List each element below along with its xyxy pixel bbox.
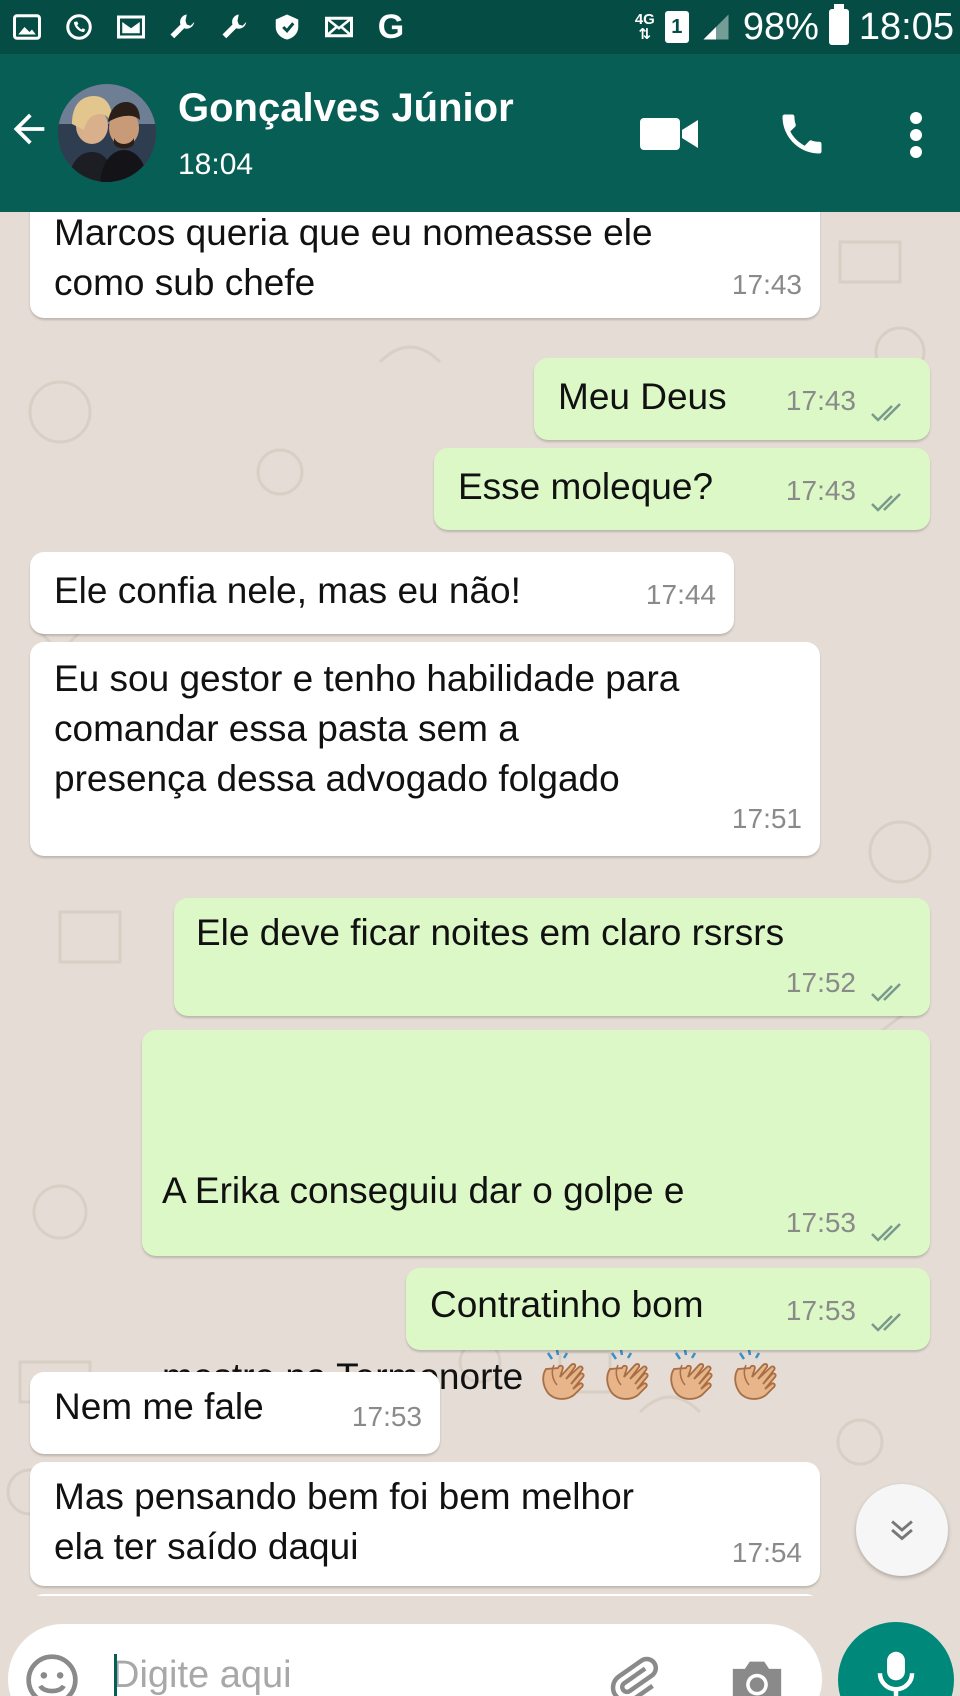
more-options-icon[interactable] — [904, 110, 928, 160]
double-chevron-down-icon — [891, 1520, 913, 1541]
shield-icon — [272, 12, 302, 42]
microphone-icon — [877, 1651, 915, 1696]
message-text: Marcos queria que eu nomeasse ele como s… — [54, 212, 653, 303]
incoming-message[interactable]: Mas pensando bem foi bem melhor ela ter … — [30, 1462, 820, 1586]
message-line: A Erika conseguiu dar o golpe e — [162, 1170, 685, 1211]
signal-icon — [703, 14, 729, 40]
message-time: 17:43 — [785, 475, 856, 506]
clap-emojis — [534, 1349, 790, 1400]
clapping-hands-icon — [726, 1349, 790, 1400]
message-text: Ele confia nele, mas eu não! — [54, 570, 521, 611]
video-call-icon[interactable] — [640, 114, 698, 154]
attachment-icon[interactable] — [606, 1652, 660, 1696]
message-text: Ele deve ficar noites em claro rsrsrs — [196, 912, 785, 953]
message-time: 17:53 — [351, 1401, 422, 1432]
chat-header: Gonçalves Júnior 18:04 — [0, 54, 960, 212]
gallery-icon — [12, 12, 42, 42]
message-text: Meu Deus — [558, 376, 727, 417]
whatsapp-icon — [64, 12, 94, 42]
clapping-hands-icon — [662, 1349, 726, 1400]
message-input[interactable] — [112, 1650, 572, 1696]
message-text: Esse moleque? — [458, 466, 714, 507]
outgoing-message[interactable]: Contratinho bom 17:53 — [406, 1268, 930, 1350]
back-arrow-icon[interactable] — [6, 106, 52, 152]
last-seen: 18:04 — [178, 148, 254, 181]
message-time: 17:43 — [785, 385, 856, 416]
read-receipt-icon — [871, 983, 901, 1002]
message-time: 17:53 — [785, 1207, 856, 1238]
read-receipt-icon — [871, 1223, 901, 1242]
wrench-icon — [168, 12, 198, 42]
clapping-hands-icon — [534, 1349, 598, 1400]
read-receipt-icon — [871, 403, 901, 422]
incoming-message[interactable]: Marcos queria que eu nomeasse ele como s… — [30, 212, 820, 318]
outgoing-message[interactable]: Ele deve ficar noites em claro rsrsrs 17… — [174, 898, 930, 1016]
message-text: Mas pensando bem foi bem melhor ela ter … — [54, 1476, 634, 1567]
message-text: Eu sou gestor e tenho habilidade para co… — [54, 658, 680, 799]
wrench-icon — [220, 12, 250, 42]
scroll-to-bottom-button[interactable] — [856, 1484, 948, 1576]
google-icon: G — [377, 7, 405, 46]
message-time: 17:54 — [731, 1537, 802, 1568]
outgoing-message[interactable]: Esse moleque? 17:43 — [434, 448, 930, 530]
compose-bar — [0, 1596, 960, 1696]
battery-percent: 98% — [742, 5, 819, 48]
read-receipt-icon — [871, 493, 901, 512]
status-bar: G 4G ⇅ 1 98% 18:05 — [0, 0, 960, 54]
outgoing-message[interactable]: A Erika conseguiu dar o golpe e mestre n… — [142, 1030, 930, 1586]
read-receipt-icon — [871, 1313, 901, 1332]
voice-message-button[interactable] — [838, 1622, 954, 1696]
mail-icon — [324, 12, 354, 42]
network-indicator: 4G ⇅ — [634, 11, 655, 43]
camera-icon[interactable] — [728, 1656, 786, 1696]
message-time: 17:52 — [785, 967, 856, 998]
gmail-icon — [116, 12, 146, 42]
emoji-icon[interactable] — [24, 1652, 80, 1696]
incoming-message[interactable]: Ele confia nele, mas eu não! 17:44 — [30, 552, 734, 634]
sim-icon: 1 — [664, 11, 689, 43]
clapping-hands-icon — [598, 1349, 662, 1400]
message-time: 17:53 — [785, 1295, 856, 1326]
message-time: 17:51 — [731, 803, 802, 834]
message-list[interactable]: Marcos queria que eu nomeasse ele como s… — [0, 212, 960, 1596]
contact-name[interactable]: Gonçalves Júnior — [178, 86, 514, 131]
message-text: Contratinho bom — [430, 1284, 704, 1325]
incoming-message[interactable]: Eu sou gestor e tenho habilidade para co… — [30, 642, 820, 856]
outgoing-message[interactable]: Meu Deus 17:43 — [534, 358, 930, 440]
clock: 18:05 — [858, 5, 954, 48]
text-cursor — [114, 1654, 117, 1696]
incoming-message[interactable]: Nem me fale 17:53 — [30, 1372, 440, 1454]
phone-call-icon[interactable] — [776, 108, 828, 160]
battery-icon — [828, 4, 849, 45]
message-time: 17:43 — [731, 269, 802, 300]
message-text: Nem me fale — [54, 1386, 264, 1427]
avatar[interactable] — [58, 84, 156, 182]
message-time: 17:44 — [645, 579, 716, 610]
